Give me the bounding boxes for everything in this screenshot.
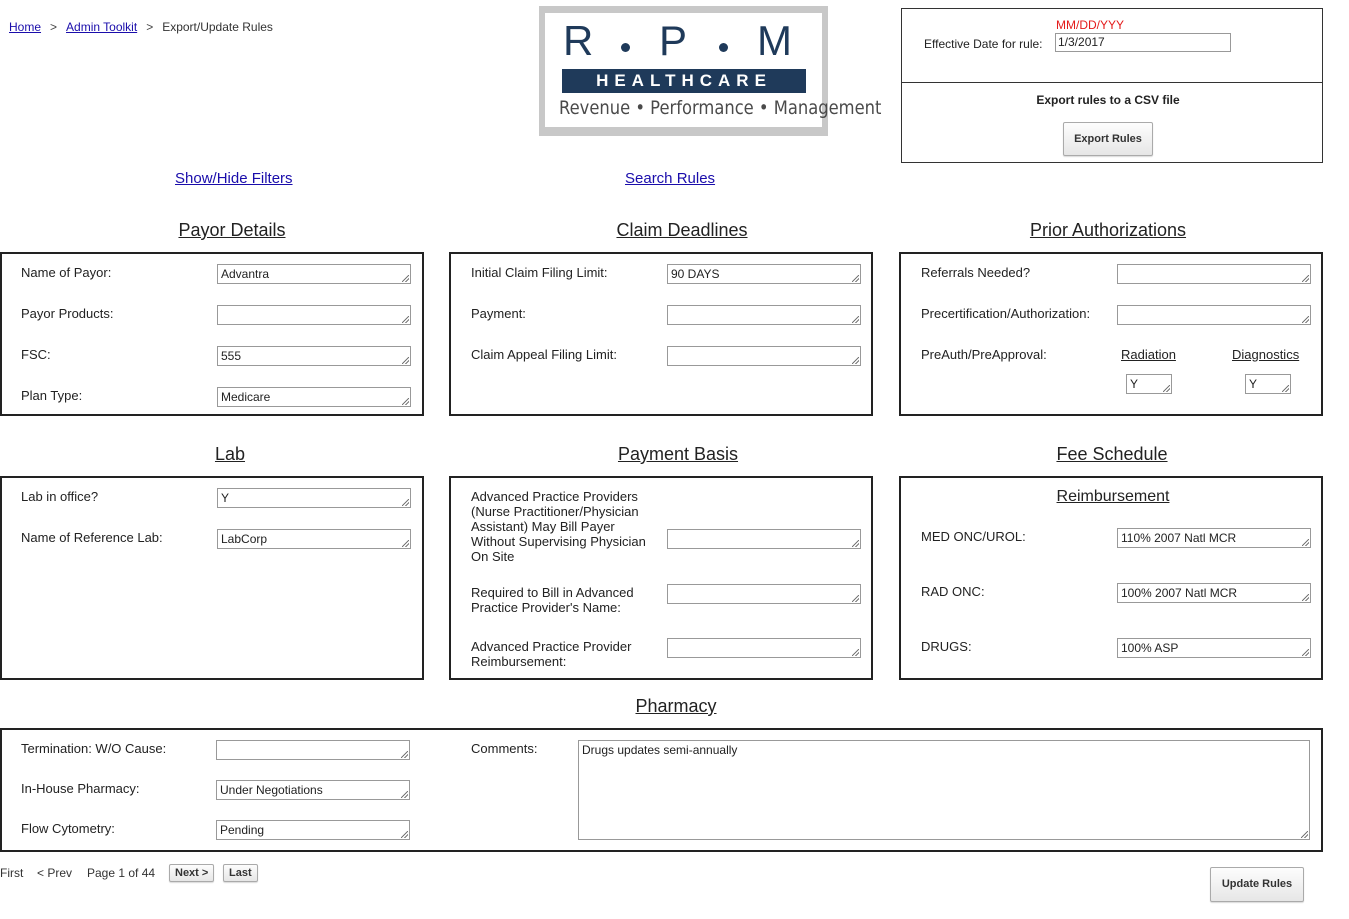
payor-products-label: Payor Products: bbox=[21, 306, 114, 321]
breadcrumb: Home > Admin Toolkit > Export/Update Rules bbox=[9, 20, 273, 34]
fsc-field[interactable]: 555 bbox=[217, 346, 411, 366]
breadcrumb-separator: > bbox=[50, 20, 58, 34]
pager-page-indicator: Page 1 of 44 bbox=[87, 866, 156, 880]
app-bill-without-supervision-label: Advanced Practice Providers (Nurse Pract… bbox=[471, 489, 646, 564]
payment-basis-panel: Advanced Practice Providers (Nurse Pract… bbox=[449, 476, 873, 680]
lab-in-office-label: Lab in office? bbox=[21, 489, 99, 504]
prior-authorizations-title: Prior Authorizations bbox=[1029, 220, 1187, 240]
payment-label: Payment: bbox=[471, 306, 526, 321]
search-rules-link[interactable]: Search Rules bbox=[625, 170, 715, 187]
bill-in-app-name-label: Required to Bill in Advanced Practice Pr… bbox=[471, 585, 634, 615]
termination-field[interactable] bbox=[216, 740, 410, 760]
initial-claim-limit-label: Initial Claim Filing Limit: bbox=[471, 265, 608, 280]
reference-lab-field[interactable]: LabCorp bbox=[217, 529, 411, 549]
termination-label: Termination: W/O Cause: bbox=[21, 741, 167, 756]
payor-name-field[interactable]: Advantra bbox=[217, 264, 411, 284]
fee-schedule-title: Fee Schedule bbox=[1056, 444, 1168, 464]
fee-schedule-panel: Reimbursement MED ONC/UROL: 110% 2007 Na… bbox=[899, 476, 1323, 680]
effective-date-input[interactable]: 1/3/2017 bbox=[1055, 33, 1231, 52]
lab-in-office-field[interactable]: Y bbox=[217, 488, 411, 508]
export-rules-button[interactable]: Export Rules bbox=[1063, 122, 1153, 156]
logo-dot bbox=[621, 43, 630, 52]
bill-in-app-name-field[interactable] bbox=[667, 584, 861, 604]
drugs-label: DRUGS: bbox=[921, 639, 972, 654]
logo-letter: P bbox=[659, 17, 690, 64]
logo-letter: M bbox=[757, 17, 794, 64]
payor-products-field[interactable] bbox=[217, 305, 411, 325]
export-panel: MM/DD/YYY Effective Date for rule: 1/3/2… bbox=[901, 8, 1323, 163]
preauth-label: PreAuth/PreApproval: bbox=[921, 347, 1047, 362]
flow-cytometry-label: Flow Cytometry: bbox=[21, 821, 115, 836]
lab-title: Lab bbox=[214, 444, 246, 464]
claim-deadlines-title: Claim Deadlines bbox=[616, 220, 748, 240]
logo-band: HEALTHCARE bbox=[562, 69, 806, 93]
med-onc-urol-field[interactable]: 110% 2007 Natl MCR bbox=[1117, 528, 1311, 548]
claim-deadlines-panel: Initial Claim Filing Limit: 90 DAYS Paym… bbox=[449, 252, 873, 416]
radiation-field[interactable]: Y bbox=[1126, 374, 1172, 394]
pharmacy-panel: Termination: W/O Cause: In-House Pharmac… bbox=[0, 728, 1323, 852]
breadcrumb-current: Export/Update Rules bbox=[162, 20, 273, 34]
rad-onc-label: RAD ONC: bbox=[921, 584, 985, 599]
logo-dot bbox=[719, 43, 728, 52]
plan-type-field[interactable]: Medicare bbox=[217, 387, 411, 407]
in-house-pharmacy-field[interactable]: Under Negotiations bbox=[216, 780, 410, 800]
payor-details-title: Payor Details bbox=[178, 220, 286, 240]
pager-next-button[interactable]: Next > bbox=[169, 864, 215, 882]
app-reimbursement-field[interactable] bbox=[667, 638, 861, 658]
pharmacy-title: Pharmacy bbox=[635, 696, 717, 716]
precertification-field[interactable] bbox=[1117, 305, 1311, 325]
update-rules-button[interactable]: Update Rules bbox=[1210, 867, 1304, 902]
app-reimbursement-label: Advanced Practice Provider Reimbursement… bbox=[471, 639, 632, 669]
show-hide-filters-link[interactable]: Show/Hide Filters bbox=[175, 170, 293, 187]
app-bill-without-supervision-field[interactable] bbox=[667, 529, 861, 549]
pager-first[interactable]: First bbox=[0, 866, 23, 880]
payment-field[interactable] bbox=[667, 305, 861, 325]
in-house-pharmacy-label: In-House Pharmacy: bbox=[21, 781, 140, 796]
payor-details-panel: Name of Payor: Advantra Payor Products: … bbox=[0, 252, 424, 416]
breadcrumb-home-link[interactable]: Home bbox=[9, 20, 41, 34]
referrals-field[interactable] bbox=[1117, 264, 1311, 284]
breadcrumb-separator: > bbox=[146, 20, 154, 34]
reimbursement-subtitle: Reimbursement bbox=[1056, 488, 1170, 505]
breadcrumb-admin-toolkit-link[interactable]: Admin Toolkit bbox=[66, 20, 137, 34]
diagnostics-field[interactable]: Y bbox=[1245, 374, 1291, 394]
logo-letter: R bbox=[563, 17, 596, 64]
pager-last-button[interactable]: Last bbox=[223, 864, 258, 882]
claim-appeal-limit-field[interactable] bbox=[667, 346, 861, 366]
diagnostics-label: Diagnostics bbox=[1232, 347, 1300, 362]
payor-name-label: Name of Payor: bbox=[21, 265, 112, 280]
comments-label: Comments: bbox=[471, 741, 538, 756]
date-format-hint: MM/DD/YYY bbox=[1056, 18, 1125, 32]
drugs-field[interactable]: 100% ASP bbox=[1117, 638, 1311, 658]
rpm-healthcare-logo: R P M HEALTHCARE Revenue • Performance •… bbox=[539, 6, 882, 136]
effective-date-label: Effective Date for rule: bbox=[924, 37, 1043, 51]
radiation-label: Radiation bbox=[1121, 347, 1176, 362]
initial-claim-limit-field[interactable]: 90 DAYS bbox=[667, 264, 861, 284]
pager-prev[interactable]: < Prev bbox=[37, 866, 72, 880]
logo-tagline: Revenue • Performance • Management bbox=[559, 97, 882, 119]
precertification-label: Precertification/Authorization: bbox=[921, 306, 1091, 321]
export-csv-label: Export rules to a CSV file bbox=[1036, 93, 1180, 107]
reference-lab-label: Name of Reference Lab: bbox=[21, 530, 163, 545]
prior-authorizations-panel: Referrals Needed? Precertification/Autho… bbox=[899, 252, 1323, 416]
med-onc-urol-label: MED ONC/UROL: bbox=[921, 529, 1026, 544]
payment-basis-title: Payment Basis bbox=[617, 444, 739, 464]
rad-onc-field[interactable]: 100% 2007 Natl MCR bbox=[1117, 583, 1311, 603]
claim-appeal-limit-label: Claim Appeal Filing Limit: bbox=[471, 347, 617, 362]
referrals-label: Referrals Needed? bbox=[921, 265, 1031, 280]
plan-type-label: Plan Type: bbox=[21, 388, 83, 403]
lab-panel: Lab in office? Y Name of Reference Lab: … bbox=[0, 476, 424, 680]
flow-cytometry-field[interactable]: Pending bbox=[216, 820, 410, 840]
comments-textarea[interactable]: Drugs updates semi-annually bbox=[578, 740, 1310, 840]
fsc-label: FSC: bbox=[21, 347, 51, 362]
